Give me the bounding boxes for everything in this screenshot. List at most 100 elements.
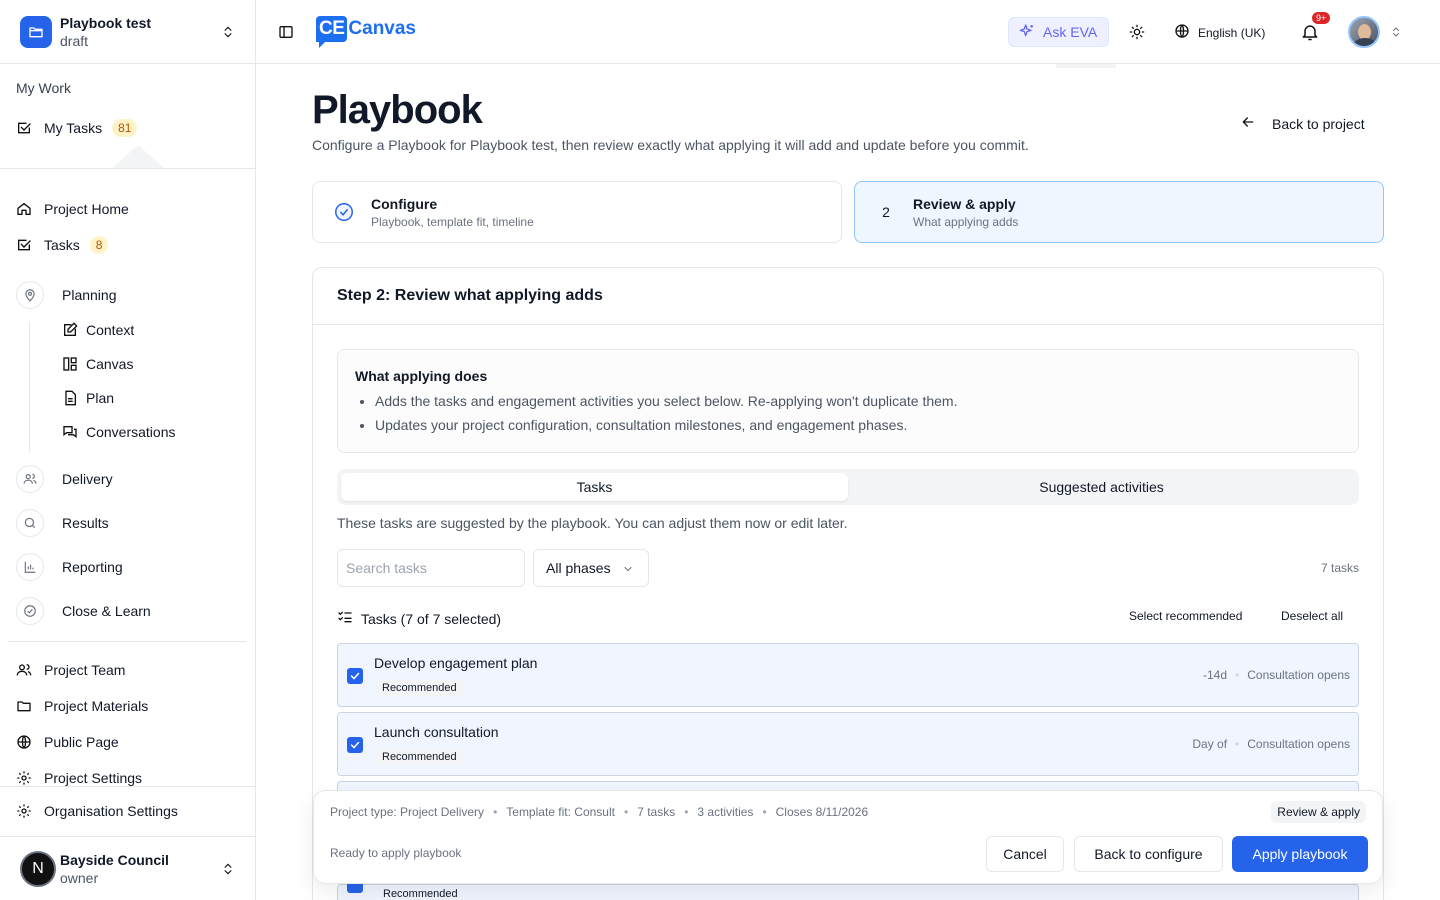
sidebar-item-context[interactable]: Context [62, 322, 134, 338]
phase-filter-select[interactable]: All phases [533, 549, 649, 587]
recommended-badge: Recommended [376, 749, 463, 765]
sidebar-item-my-tasks[interactable]: My Tasks 81 [16, 116, 138, 140]
list-checks-icon [337, 609, 353, 628]
divider [0, 786, 255, 787]
org-role: owner [60, 869, 99, 886]
summary-meta: Project type: Project Delivery • Template… [330, 805, 869, 819]
users-icon [16, 662, 32, 678]
checkbox-icon [16, 120, 32, 136]
divider [0, 168, 255, 169]
tooltip-pointer [112, 145, 164, 168]
step-configure[interactable]: Configure Playbook, template fit, timeli… [312, 181, 842, 243]
sidebar-item-project-team[interactable]: Project Team [16, 658, 125, 682]
step-review-apply[interactable]: 2 Review & apply What applying adds [854, 181, 1384, 243]
tab-tasks[interactable]: Tasks [341, 473, 848, 501]
language-selector[interactable]: English (UK) [1174, 23, 1265, 42]
chevrons-updown-icon [224, 26, 232, 38]
task-count: 7 tasks [1320, 561, 1359, 575]
select-recommended-button[interactable]: Select recommended [1129, 609, 1242, 623]
org-switcher[interactable]: N Bayside Council owner [0, 836, 255, 900]
deselect-all-button[interactable]: Deselect all [1281, 609, 1343, 623]
task-anchor: Consultation opens [1247, 668, 1350, 682]
back-to-configure-button[interactable]: Back to configure [1074, 836, 1223, 872]
map-pin-icon [16, 281, 44, 309]
task-timing: Day of • Consultation opens [1192, 737, 1350, 751]
sidebar-group-results[interactable]: Results [16, 509, 109, 537]
back-to-project-link[interactable]: Back to project [1240, 114, 1365, 133]
back-link-label: Back to project [1272, 115, 1365, 132]
user-avatar[interactable] [1348, 16, 1380, 48]
task-title: Develop engagement plan [374, 655, 538, 671]
sun-icon[interactable] [1129, 24, 1145, 40]
sidebar-item-label: Project Team [44, 662, 126, 678]
sidebar-item-canvas[interactable]: Canvas [62, 356, 133, 372]
top-header: CE Canvas Ask EVA English (UK) 9+ [256, 0, 1440, 68]
sidebar-item-label: Project Materials [44, 698, 149, 714]
meta-closes: Closes 8/11/2026 [775, 805, 869, 819]
meta-project-type: Project type: Project Delivery [330, 805, 485, 819]
chevrons-updown-icon [224, 863, 232, 875]
org-avatar: N [20, 850, 56, 887]
bell-icon[interactable] [1300, 22, 1320, 42]
task-row[interactable]: Recommended [337, 877, 1359, 900]
sidebar-item-label: Public Page [44, 734, 119, 750]
sidebar-item-org-settings[interactable]: Organisation Settings [16, 799, 178, 823]
step-title: Review & apply [913, 195, 1016, 212]
meta-tasks: 7 tasks [637, 805, 676, 819]
folder-icon [20, 15, 52, 48]
globe-icon [16, 734, 32, 750]
checkbox-checked[interactable] [347, 668, 363, 684]
count-badge: 81 [112, 119, 138, 137]
ready-status: Ready to apply playbook [330, 846, 462, 860]
sidebar-item-project-home[interactable]: Project Home [16, 197, 129, 221]
tab-description: These tasks are suggested by the playboo… [337, 515, 848, 531]
check-circle-icon [16, 597, 44, 625]
sidebar-toggle-icon[interactable] [278, 24, 294, 40]
check-circle-icon [333, 201, 355, 223]
task-anchor: Consultation opens [1247, 737, 1350, 751]
sidebar-group-reporting[interactable]: Reporting [16, 553, 123, 581]
meta-activities: 3 activities [697, 805, 754, 819]
logo[interactable]: CE Canvas [316, 16, 416, 48]
sidebar-item-label: Organisation Settings [44, 803, 178, 819]
sidebar-group-close-learn[interactable]: Close & Learn [16, 597, 151, 625]
my-work-label: My Work [16, 80, 71, 96]
sidebar-group-delivery[interactable]: Delivery [16, 465, 113, 493]
checkbox-icon [16, 237, 32, 253]
search-tasks-input[interactable] [337, 549, 525, 587]
sidebar-item-label: Tasks [44, 237, 80, 253]
tree-line [29, 322, 30, 452]
sidebar-group-planning[interactable]: Planning [16, 281, 117, 309]
tab-suggested-activities[interactable]: Suggested activities [848, 473, 1355, 501]
info-item: Adds the tasks and engagement activities… [375, 393, 1341, 409]
chat-icon [62, 424, 78, 440]
ask-eva-button[interactable]: Ask EVA [1008, 17, 1109, 47]
page-subtitle: Configure a Playbook for Playbook test, … [312, 137, 1029, 153]
sidebar-item-conversations[interactable]: Conversations [62, 424, 176, 440]
cancel-button[interactable]: Cancel [986, 836, 1064, 872]
task-row[interactable]: Launch consultation Recommended Day of •… [337, 712, 1359, 776]
sidebar-item-label: Results [62, 515, 109, 531]
step-desc: What applying adds [913, 214, 1019, 229]
task-row[interactable]: Develop engagement plan Recommended -14d… [337, 643, 1359, 707]
sidebar-item-label: Reporting [62, 559, 123, 575]
checkbox-checked[interactable] [347, 737, 363, 753]
task-offset: Day of [1192, 737, 1228, 751]
apply-playbook-button[interactable]: Apply playbook [1232, 836, 1368, 872]
sidebar-item-plan[interactable]: Plan [62, 390, 114, 406]
sidebar-item-project-materials[interactable]: Project Materials [16, 694, 148, 718]
sidebar-item-public-page[interactable]: Public Page [16, 730, 119, 754]
step-number: 2 [882, 204, 890, 220]
sidebar-item-label: Project Settings [44, 770, 143, 786]
project-switcher[interactable]: Playbook test draft [0, 0, 255, 64]
sidebar-item-tasks[interactable]: Tasks 8 [16, 233, 109, 257]
task-title: Launch consultation [374, 724, 499, 740]
globe-icon [1174, 23, 1190, 42]
info-title: What applying does [355, 368, 488, 384]
chevrons-updown-icon[interactable] [1390, 24, 1402, 40]
home-icon [16, 201, 32, 217]
gear-icon [16, 770, 32, 786]
sidebar-item-label: Project Home [44, 201, 129, 217]
apply-footer: Project type: Project Delivery • Template… [313, 790, 1383, 884]
task-timing: -14d • Consultation opens [1203, 668, 1350, 682]
